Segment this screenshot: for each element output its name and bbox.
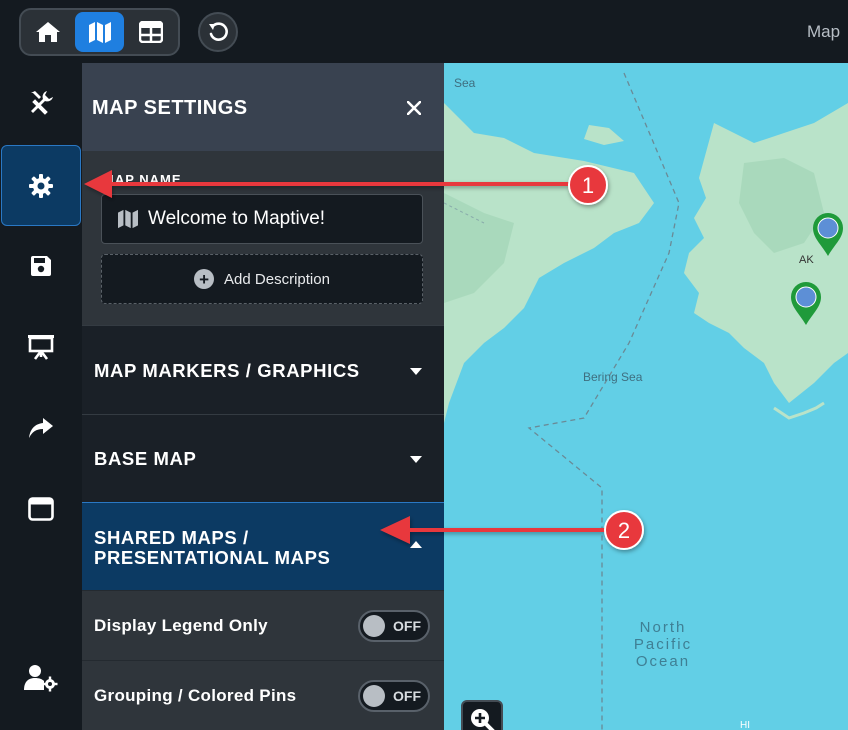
map-settings-panel: MAP SETTINGS MAP NAME Welcome to Maptive… xyxy=(82,63,444,730)
chevron-down-icon xyxy=(410,368,422,375)
section-shared-maps-label: SHARED MAPS / PRESENTATIONAL MAPS xyxy=(94,528,331,568)
rail-tools[interactable] xyxy=(0,63,82,143)
toggle-row-display-legend: Display Legend Only OFF xyxy=(82,590,444,660)
toggle-row-grouping: Grouping / Colored Pins OFF xyxy=(82,660,444,730)
toggle-state: OFF xyxy=(393,688,421,704)
save-icon xyxy=(31,256,51,276)
map-icon xyxy=(118,209,138,229)
section-map-markers-label: MAP MARKERS / GRAPHICS xyxy=(94,360,360,381)
share-icon xyxy=(29,418,53,438)
section-shared-maps-line2: PRESENTATIONAL MAPS xyxy=(94,547,331,568)
section-shared-maps-line1: SHARED MAPS / xyxy=(94,527,249,548)
user-settings-icon xyxy=(24,665,58,692)
panel-title: MAP SETTINGS xyxy=(92,97,248,119)
section-shared-maps[interactable]: SHARED MAPS / PRESENTATIONAL MAPS xyxy=(82,502,444,590)
section-base-map[interactable]: BASE MAP xyxy=(82,414,444,502)
tools-icon xyxy=(31,91,53,115)
map-name-value: Welcome to Maptive! xyxy=(148,208,326,229)
undo-button[interactable] xyxy=(198,12,238,52)
toggle-label: Display Legend Only xyxy=(94,616,268,635)
map-icon xyxy=(88,22,111,43)
rail-window[interactable] xyxy=(0,469,82,549)
chevron-up-icon xyxy=(410,541,422,548)
zoom-in-button[interactable] xyxy=(461,700,503,730)
left-rail xyxy=(0,63,82,730)
close-button[interactable] xyxy=(403,97,425,119)
rail-settings[interactable] xyxy=(1,145,81,226)
table-icon xyxy=(139,21,164,43)
rail-user-settings[interactable] xyxy=(0,638,82,718)
toggle-knob xyxy=(363,615,385,637)
add-description-label: Add Description xyxy=(224,270,330,288)
table-view-button[interactable] xyxy=(126,12,176,52)
display-legend-toggle[interactable]: OFF xyxy=(358,610,430,642)
zoom-in-icon xyxy=(471,709,495,730)
map-name-input[interactable]: Welcome to Maptive! xyxy=(101,194,423,244)
map-pin-icon[interactable] xyxy=(789,281,823,327)
ocean-label-line3: Ocean xyxy=(635,653,691,670)
undo-icon xyxy=(209,22,228,41)
home-icon xyxy=(35,22,60,42)
app-title: Map xyxy=(807,22,841,41)
chevron-down-icon xyxy=(410,456,422,463)
panel-header: MAP SETTINGS xyxy=(82,63,444,151)
map-label-hi: HI xyxy=(740,720,750,730)
home-button[interactable] xyxy=(23,12,73,52)
ocean-label-line1: North xyxy=(639,619,687,636)
plus-circle-icon: + xyxy=(194,269,215,289)
add-description-button[interactable]: + Add Description xyxy=(101,254,423,304)
rail-presentation[interactable] xyxy=(0,307,82,387)
toggle-state: OFF xyxy=(393,618,421,634)
gear-icon xyxy=(29,173,53,198)
map-canvas[interactable]: Sea Bering Sea AK HI North Pacific Ocean xyxy=(444,63,848,730)
close-icon xyxy=(407,101,421,115)
section-base-map-label: BASE MAP xyxy=(94,448,197,469)
rail-share[interactable] xyxy=(0,388,82,468)
toggle-label: Grouping / Colored Pins xyxy=(94,686,297,705)
ocean-label-line2: Pacific xyxy=(633,636,693,653)
window-icon xyxy=(28,497,54,521)
grouping-toggle[interactable]: OFF xyxy=(358,680,430,712)
map-label-bering-sea: Bering Sea xyxy=(583,370,643,384)
top-bar: Map xyxy=(0,0,848,63)
rail-save[interactable] xyxy=(0,226,82,306)
presentation-icon xyxy=(28,335,54,360)
map-name-section: MAP NAME Welcome to Maptive! + Add Descr… xyxy=(82,151,444,325)
map-label-north-pacific: North Pacific Ocean xyxy=(624,619,702,670)
section-map-markers[interactable]: MAP MARKERS / GRAPHICS xyxy=(82,325,444,414)
map-name-label: MAP NAME xyxy=(103,172,182,187)
map-pin-icon[interactable] xyxy=(811,212,845,258)
view-switcher xyxy=(19,8,180,56)
map-label-sea: Sea xyxy=(454,76,476,90)
toggle-knob xyxy=(363,685,385,707)
map-view-button[interactable] xyxy=(74,12,125,52)
